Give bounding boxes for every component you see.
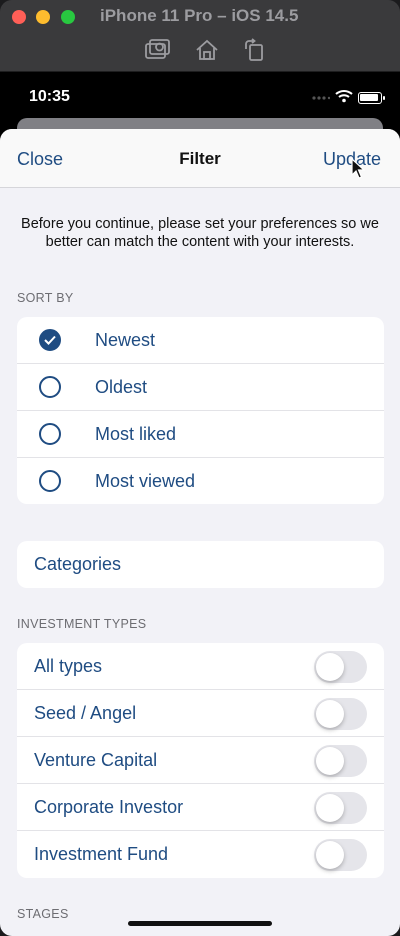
investment-type-label: Seed / Angel <box>34 703 137 723</box>
investment-type-label: Venture Capital <box>34 750 158 770</box>
investment-types-header: INVESTMENT TYPES <box>17 617 147 631</box>
investment-type-label: All types <box>34 656 103 676</box>
sort-option-most-viewed[interactable]: Most viewed <box>17 458 384 504</box>
sort-option-oldest[interactable]: Oldest <box>17 364 384 411</box>
checked-radio-icon <box>39 329 61 351</box>
zoom-window-button[interactable] <box>61 10 75 24</box>
toggle-switch[interactable] <box>314 698 367 730</box>
sort-by-header: SORT BY <box>17 291 74 305</box>
sort-option-label: Most viewed <box>95 471 196 491</box>
screenshot-icon[interactable] <box>143 36 171 64</box>
home-icon[interactable] <box>193 36 221 64</box>
categories-label: Categories <box>34 554 122 574</box>
window-title: iPhone 11 Pro – iOS 14.5 <box>100 6 299 25</box>
battery-icon <box>358 92 385 104</box>
window-titlebar: iPhone 11 Pro – iOS 14.5 <box>0 0 400 72</box>
categories-row[interactable]: Categories <box>17 541 384 588</box>
radio-icon <box>39 423 61 445</box>
investment-type-label: Corporate Investor <box>34 797 184 817</box>
navigation-bar: Close Filter Update <box>0 129 400 188</box>
status-time: 10:35 <box>29 88 70 105</box>
filter-sheet: Close Filter Update Before you continue,… <box>0 129 400 936</box>
categories-group: Categories <box>17 541 384 588</box>
toggle-switch[interactable] <box>314 792 367 824</box>
close-button[interactable]: Close <box>17 149 63 170</box>
toggle-switch[interactable] <box>314 839 367 871</box>
signal-icon <box>312 96 330 100</box>
sort-options-group: Newest Oldest Most liked Most viewed <box>17 317 384 504</box>
wifi-icon <box>335 90 353 103</box>
status-bar: 10:35 <box>0 72 400 120</box>
sort-option-most-liked[interactable]: Most liked <box>17 411 384 458</box>
investment-type-label: Investment Fund <box>34 844 169 864</box>
radio-icon <box>39 470 61 492</box>
investment-type-investment-fund: Investment Fund <box>17 831 384 878</box>
investment-type-seed-angel: Seed / Angel <box>17 690 384 737</box>
toggle-switch[interactable] <box>314 651 367 683</box>
investment-types-group: All types Seed / Angel Venture Capital C… <box>17 643 384 878</box>
sort-option-label: Oldest <box>95 377 148 397</box>
sort-option-label: Newest <box>95 330 156 350</box>
sort-option-label: Most liked <box>95 424 177 444</box>
investment-type-corporate-investor: Corporate Investor <box>17 784 384 831</box>
toggle-switch[interactable] <box>314 745 367 777</box>
minimize-window-button[interactable] <box>36 10 50 24</box>
simulator-window: iPhone 11 Pro – iOS 14.5 10:35 Close Fil… <box>0 0 400 936</box>
investment-type-venture-capital: Venture Capital <box>17 737 384 784</box>
investment-type-all-types: All types <box>17 643 384 690</box>
radio-icon <box>39 376 61 398</box>
device-screen: 10:35 Close Filter Update Before you con <box>0 72 400 936</box>
intro-text: Before you continue, please set your pre… <box>21 216 379 250</box>
home-indicator <box>128 921 272 926</box>
mouse-cursor-icon <box>351 158 365 179</box>
sort-option-newest[interactable]: Newest <box>17 317 384 364</box>
stages-header: STAGES <box>17 907 69 921</box>
close-window-button[interactable] <box>12 10 26 24</box>
rotate-icon[interactable] <box>240 36 268 64</box>
